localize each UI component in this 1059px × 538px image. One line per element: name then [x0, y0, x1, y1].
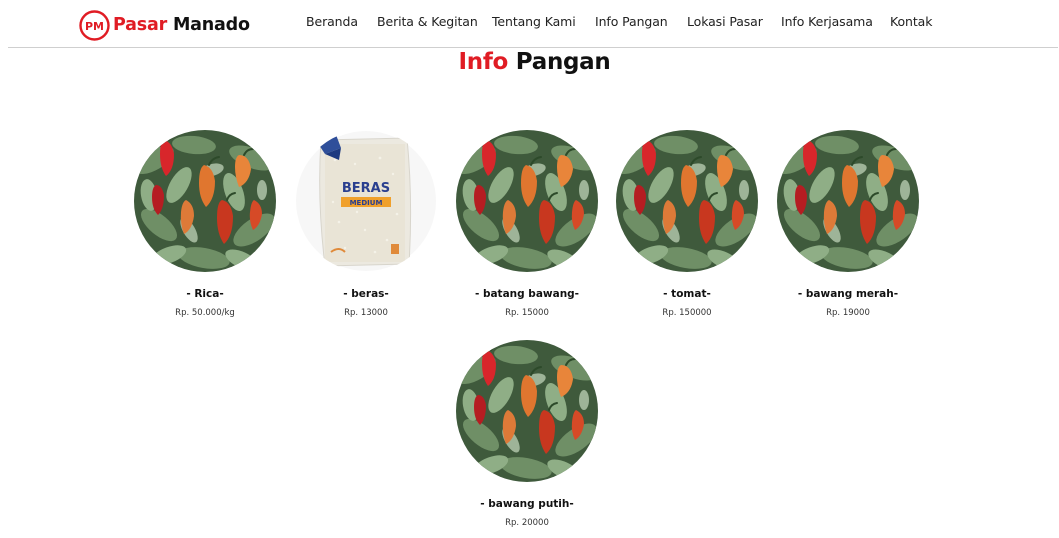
product-price: Rp. 50.000/kg: [175, 308, 235, 318]
product-card-beras[interactable]: - beras- Rp. 13000: [286, 130, 446, 318]
product-image-tomat: [616, 130, 758, 272]
product-card-rica[interactable]: - Rica- Rp. 50.000/kg: [125, 130, 285, 318]
product-image-beras: [295, 130, 437, 272]
brand-name: Pasar Manado: [113, 15, 250, 35]
product-price: Rp. 20000: [505, 518, 549, 528]
product-card-bawang-merah[interactable]: - bawang merah- Rp. 19000: [768, 130, 928, 318]
pm-logo-icon: PM: [79, 9, 110, 41]
nav-item-info-pangan[interactable]: Info Pangan: [595, 14, 668, 29]
product-card-bawang-putih[interactable]: - bawang putih- Rp. 20000: [447, 340, 607, 528]
product-image-bawang-putih: [456, 340, 598, 482]
product-title: - beras-: [343, 288, 389, 300]
nav-item-berita-kegiatan[interactable]: Berita & Kegitan: [377, 14, 478, 29]
product-card-batang-bawang[interactable]: - batang bawang- Rp. 15000: [447, 130, 607, 318]
brand-name-accent: Pasar: [113, 15, 168, 35]
product-price: Rp. 13000: [344, 308, 388, 318]
product-title: - Rica-: [186, 288, 224, 300]
navbar-divider: [8, 47, 1058, 48]
product-title: - bawang putih-: [480, 498, 574, 510]
product-price: Rp. 19000: [826, 308, 870, 318]
product-title: - bawang merah-: [797, 288, 899, 300]
nav-item-kontak[interactable]: Kontak: [890, 14, 932, 29]
product-card-tomat[interactable]: - tomat- Rp. 150000: [607, 130, 767, 318]
product-image-bawang-merah: [777, 130, 919, 272]
product-image-batang-bawang: [456, 130, 598, 272]
brand-name-rest: Manado: [172, 15, 250, 35]
page-title: Info Pangan: [0, 49, 1059, 75]
logo-text: PM: [85, 20, 104, 33]
product-title: - tomat-: [663, 288, 711, 300]
page-title-accent: Info: [458, 49, 509, 75]
top-navbar: PM Pasar Manado Beranda Berita & Kegitan…: [0, 0, 1059, 48]
nav-item-info-kerjasama[interactable]: Info Kerjasama: [781, 14, 873, 29]
brand-logo-link[interactable]: PM Pasar Manado: [79, 9, 250, 41]
product-price: Rp. 150000: [662, 308, 712, 318]
product-title: - batang bawang-: [474, 288, 580, 300]
nav-item-lokasi-pasar[interactable]: Lokasi Pasar: [687, 14, 763, 29]
page-title-rest: Pangan: [515, 49, 611, 75]
product-image-rica: [134, 130, 276, 272]
product-price: Rp. 15000: [505, 308, 549, 318]
nav-item-tentang-kami[interactable]: Tentang Kami: [492, 14, 576, 29]
nav-item-beranda[interactable]: Beranda: [306, 14, 358, 29]
